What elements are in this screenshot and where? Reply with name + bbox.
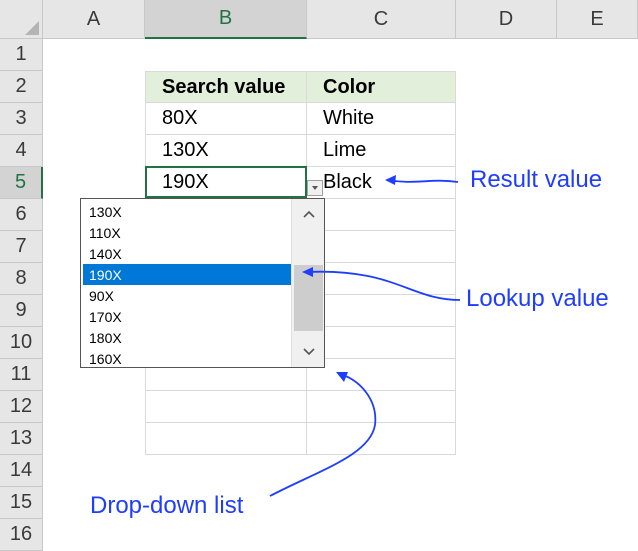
scroll-down-button[interactable] xyxy=(292,337,325,367)
cell-c8[interactable] xyxy=(307,263,456,295)
cell-c13[interactable] xyxy=(307,423,456,455)
cell-c10[interactable] xyxy=(307,327,456,359)
cell-c7[interactable] xyxy=(307,231,456,263)
row-header-11[interactable]: 11 xyxy=(0,359,43,391)
row-header-4[interactable]: 4 xyxy=(0,135,43,167)
cell-c11[interactable] xyxy=(307,359,456,391)
row-header-9[interactable]: 9 xyxy=(0,295,43,327)
cell-c2-header[interactable]: Color xyxy=(307,71,456,103)
row-header-5[interactable]: 5 xyxy=(0,167,43,199)
cell-c9[interactable] xyxy=(307,295,456,327)
cell-b3[interactable]: 80X xyxy=(145,103,307,135)
lookup-value-label: Lookup value xyxy=(466,285,609,312)
row-header-12[interactable]: 12 xyxy=(0,391,43,423)
row-header-3[interactable]: 3 xyxy=(0,103,43,135)
cell-b12[interactable] xyxy=(145,391,307,423)
select-all-corner[interactable] xyxy=(0,0,43,39)
column-header-d[interactable]: D xyxy=(456,0,557,39)
row-header-1[interactable]: 1 xyxy=(0,39,43,71)
result-value-label: Result value xyxy=(470,166,603,193)
row-header-16[interactable]: 16 xyxy=(0,519,43,551)
row-header-2[interactable]: 2 xyxy=(0,71,43,103)
column-header-b[interactable]: B xyxy=(145,0,307,39)
dropdown-item[interactable]: 130X xyxy=(83,201,291,222)
cell-c12[interactable] xyxy=(307,391,456,423)
cell-b4[interactable]: 130X xyxy=(145,135,307,167)
column-header-c[interactable]: C xyxy=(307,0,456,39)
cell-c3[interactable]: White xyxy=(307,103,456,135)
scrollbar-thumb[interactable] xyxy=(294,265,323,331)
dropdown-list[interactable]: 130X 110X 140X 190X 90X 170X 180X 160X xyxy=(80,198,325,368)
dropdown-item[interactable]: 160X xyxy=(83,348,291,369)
dropdown-scrollbar[interactable] xyxy=(291,199,324,367)
dropdown-item[interactable]: 170X xyxy=(83,306,291,327)
chevron-down-icon xyxy=(312,186,318,190)
row-header-13[interactable]: 13 xyxy=(0,423,43,455)
scroll-up-button[interactable] xyxy=(292,199,325,229)
column-header-e[interactable]: E xyxy=(557,0,638,39)
row-header-6[interactable]: 6 xyxy=(0,199,43,231)
dropdown-item[interactable]: 90X xyxy=(83,285,291,306)
cell-c6[interactable] xyxy=(307,199,456,231)
row-header-7[interactable]: 7 xyxy=(0,231,43,263)
row-header-8[interactable]: 8 xyxy=(0,263,43,295)
row-header-15[interactable]: 15 xyxy=(0,487,43,519)
dropdown-arrow-button[interactable] xyxy=(307,180,323,196)
chevron-up-icon xyxy=(302,210,315,218)
dropdown-item[interactable]: 180X xyxy=(83,327,291,348)
dropdown-item[interactable]: 110X xyxy=(83,222,291,243)
column-header-a[interactable]: A xyxy=(43,0,145,39)
cell-c5[interactable]: Black xyxy=(307,167,456,199)
cell-b2-header[interactable]: Search value xyxy=(145,71,307,103)
dropdown-list-label: Drop-down list xyxy=(90,492,244,519)
dropdown-item-selected[interactable]: 190X xyxy=(83,264,291,285)
cell-b5-active[interactable]: 190X xyxy=(145,166,307,198)
chevron-down-icon xyxy=(302,348,315,356)
cell-b13[interactable] xyxy=(145,423,307,455)
row-header-10[interactable]: 10 xyxy=(0,327,43,359)
dropdown-item[interactable]: 140X xyxy=(83,243,291,264)
row-header-14[interactable]: 14 xyxy=(0,455,43,487)
cell-c4[interactable]: Lime xyxy=(307,135,456,167)
spreadsheet: A B C D E 1 2 3 4 5 6 7 8 9 10 11 12 13 … xyxy=(0,0,638,551)
